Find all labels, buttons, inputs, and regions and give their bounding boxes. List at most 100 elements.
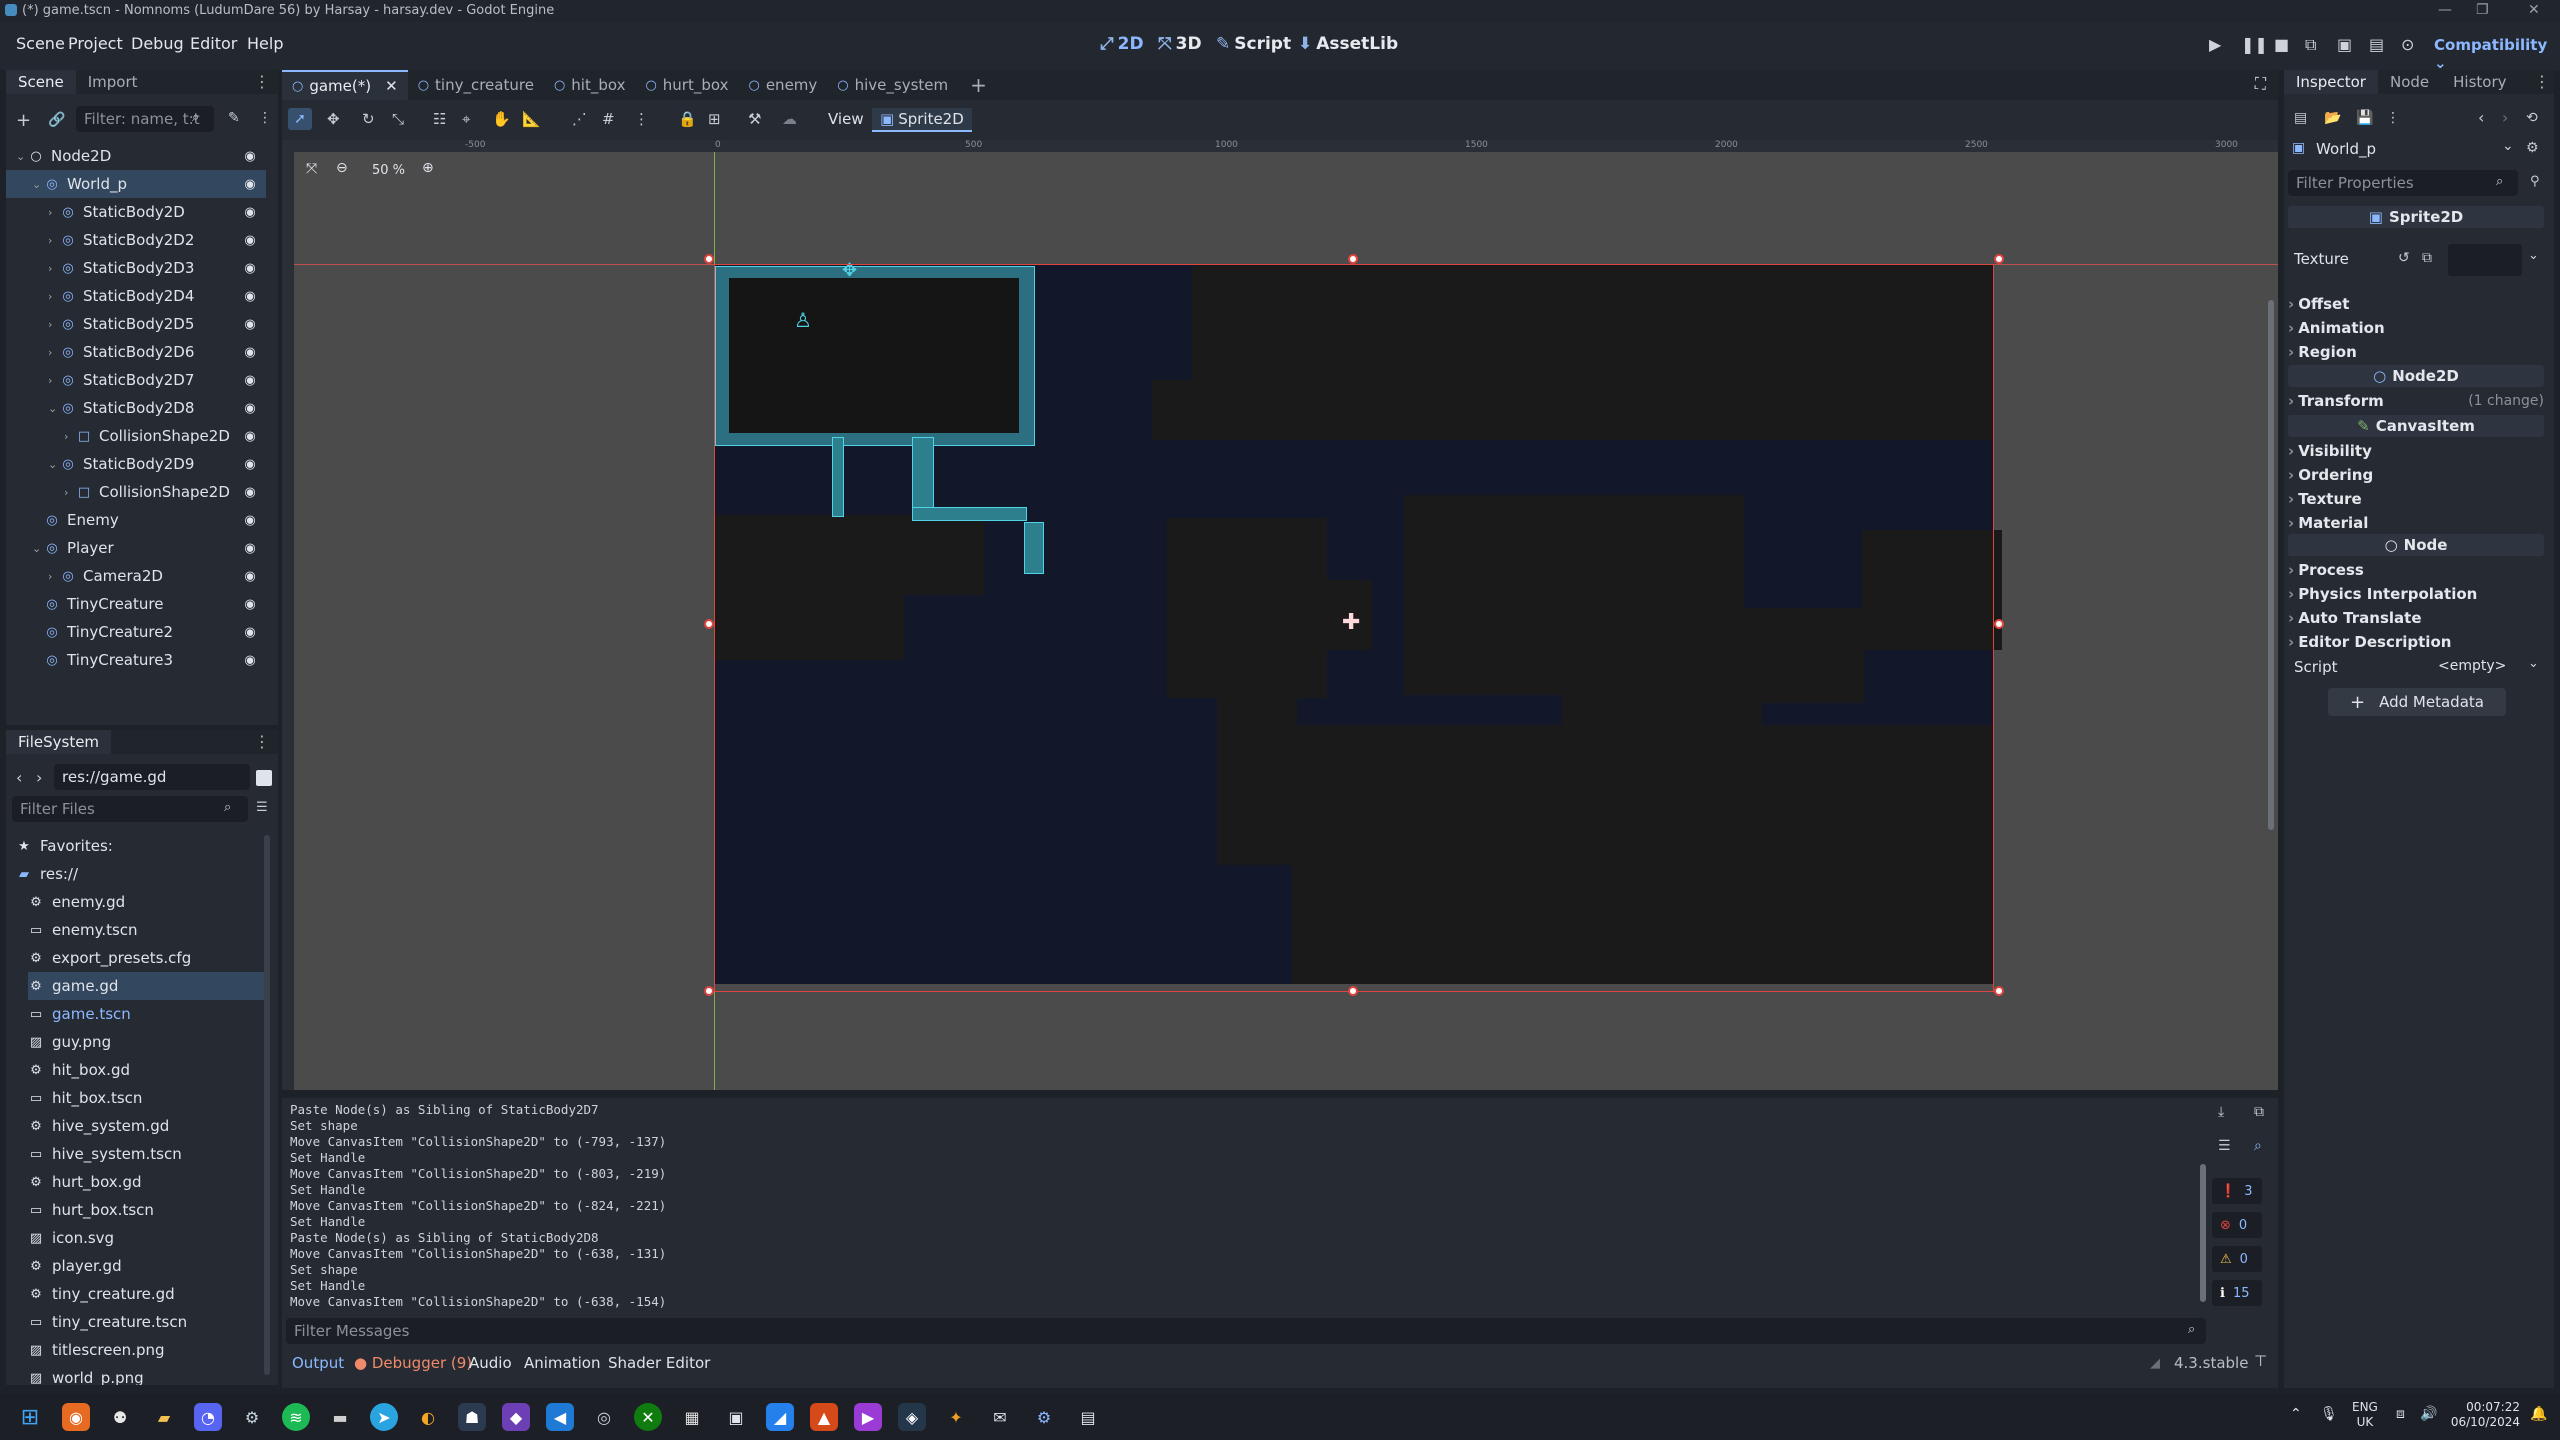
visibility-eye-icon[interactable]: ◉ xyxy=(242,232,258,248)
resize-handle[interactable] xyxy=(1348,986,1358,996)
scene-tree-item[interactable]: ⌄ ◎ World_p ◉ xyxy=(6,170,266,198)
ruler-tool-icon[interactable]: 📐 xyxy=(522,110,541,128)
file-item[interactable]: ▭ hurt_box.tscn xyxy=(28,1196,268,1224)
visibility-eye-icon[interactable]: ◉ xyxy=(242,484,258,500)
menu-scene[interactable]: Scene xyxy=(16,34,65,53)
file-item[interactable]: ▨ titlescreen.png xyxy=(28,1336,268,1364)
move-tool-icon[interactable]: ✥ xyxy=(327,110,340,128)
notification-bell-icon[interactable]: 🔔 xyxy=(2530,1406,2547,1422)
visibility-eye-icon[interactable]: ◉ xyxy=(242,568,258,584)
filter-messages-button[interactable]: ❗ 3 xyxy=(2212,1178,2262,1204)
volume-icon[interactable]: 🔊 xyxy=(2420,1406,2437,1422)
view-menu[interactable]: View xyxy=(828,110,864,128)
file-item[interactable]: ▭ hive_system.tscn xyxy=(28,1140,268,1168)
center-view-icon[interactable]: ⤧ xyxy=(306,161,317,177)
file-item[interactable]: ⚙ export_presets.cfg xyxy=(28,944,268,972)
close-icon[interactable]: ✕ xyxy=(385,77,398,95)
file-item[interactable]: ⚙ hit_box.gd xyxy=(28,1056,268,1084)
scene-tree-item[interactable]: ◎ TinyCreature ◉ xyxy=(6,590,266,618)
file-item[interactable]: ▨ guy.png xyxy=(28,1028,268,1056)
pivot-tool-icon[interactable]: ⌖ xyxy=(462,110,470,128)
spotify-icon[interactable]: ≋ xyxy=(282,1403,310,1431)
chevron-down-icon[interactable]: ⌄ xyxy=(2528,248,2539,263)
tab-node[interactable]: Node xyxy=(2378,70,2441,94)
scene-tab[interactable]: ○ tiny_creature xyxy=(408,70,544,100)
forward-icon[interactable]: › xyxy=(36,768,42,787)
workspace-assetlib[interactable]: ⬇ AssetLib xyxy=(1298,34,1398,54)
scene-tab[interactable]: ○ hive_system xyxy=(827,70,958,100)
rotate-tool-icon[interactable]: ↻ xyxy=(362,110,375,128)
scene-tree-item[interactable]: › ◎ StaticBody2D ◉ xyxy=(6,198,266,226)
menu-editor[interactable]: Editor xyxy=(190,34,237,53)
store-icon[interactable]: ▣ xyxy=(722,1403,750,1431)
scene-tree-item[interactable]: ⌄ ◎ StaticBody2D9 ◉ xyxy=(6,450,266,478)
tab-debugger[interactable]: ● Debugger (9) xyxy=(354,1354,472,1372)
resize-handle[interactable] xyxy=(1348,254,1358,264)
scene-tree-item[interactable]: ⌄ ◎ StaticBody2D8 ◉ xyxy=(6,394,266,422)
distraction-free-icon[interactable]: ⛶ xyxy=(2255,74,2266,94)
visibility-eye-icon[interactable]: ◉ xyxy=(242,288,258,304)
mail-icon[interactable]: ✉ xyxy=(986,1403,1014,1431)
filter-info-button[interactable]: ℹ 15 xyxy=(2212,1280,2262,1306)
visibility-eye-icon[interactable]: ◉ xyxy=(242,428,258,444)
history-forward-icon[interactable]: › xyxy=(2502,108,2508,127)
resize-handle[interactable] xyxy=(704,986,714,996)
scene-tree-item[interactable]: ⌄ ◎ Player ◉ xyxy=(6,534,266,562)
kebab-menu-icon[interactable]: ⋮ xyxy=(2534,72,2550,91)
pan-tool-icon[interactable]: ✋ xyxy=(492,110,511,128)
bone-icon[interactable]: ⚒ xyxy=(748,110,761,128)
photoshop-icon[interactable]: ◢ xyxy=(766,1403,794,1431)
file-item[interactable]: ⚙ hive_system.gd xyxy=(28,1112,268,1140)
prop-material[interactable]: › Material xyxy=(2288,511,2544,535)
copy-icon[interactable]: ⧉ xyxy=(2254,1104,2264,1120)
scene-tree-item[interactable]: › ◎ StaticBody2D5 ◉ xyxy=(6,310,266,338)
file-filter-input[interactable]: Filter Files xyxy=(12,796,248,822)
clock[interactable]: 00:07:22 06/10/2024 xyxy=(2450,1400,2520,1430)
illustrator-icon[interactable]: ▲ xyxy=(810,1403,838,1431)
file-item[interactable]: ▰ res:// xyxy=(16,860,256,888)
menu-project[interactable]: Project xyxy=(68,34,123,53)
play-icon[interactable]: ▶ xyxy=(2209,35,2221,54)
steam-icon[interactable]: ⚙ xyxy=(238,1403,266,1431)
scene-tab[interactable]: ○ hit_box xyxy=(544,70,636,100)
camera-icon[interactable]: ☁ xyxy=(782,110,797,128)
prop-animation[interactable]: › Animation xyxy=(2288,316,2544,340)
expand-arrow-icon[interactable]: ⌄ xyxy=(48,402,60,415)
tray-chevron-up-icon[interactable]: ⌃ xyxy=(2290,1406,2302,1422)
renderer-select[interactable]: Compatibility ⌄ xyxy=(2434,36,2560,72)
scene-tree-item[interactable]: › ◎ StaticBody2D6 ◉ xyxy=(6,338,266,366)
workspace-2d[interactable]: ⤢ 2D xyxy=(1100,34,1144,54)
visibility-eye-icon[interactable]: ◉ xyxy=(242,596,258,612)
collapse-icon[interactable]: ☰ xyxy=(2218,1138,2231,1154)
tab-shader-editor[interactable]: Shader Editor xyxy=(608,1354,710,1372)
visual-studio-icon[interactable]: ◆ xyxy=(502,1403,530,1431)
kebab-menu-icon[interactable]: ⋮ xyxy=(2386,110,2400,126)
add-metadata-button[interactable]: + Add Metadata xyxy=(2328,688,2506,716)
vscode-icon[interactable]: ◀ xyxy=(546,1403,574,1431)
expand-arrow-icon[interactable]: ⌄ xyxy=(32,178,44,191)
files-folder-icon[interactable]: ▰ xyxy=(150,1403,178,1431)
file-item[interactable]: ★ Favorites: xyxy=(16,832,256,860)
pin-icon[interactable]: ⧉ xyxy=(2422,250,2432,266)
prop-auto-translate[interactable]: › Auto Translate xyxy=(2288,606,2544,630)
script-attach-icon[interactable]: ✎ xyxy=(228,110,240,126)
prop-texture[interactable]: › Texture xyxy=(2288,487,2544,511)
file-item[interactable]: ▨ icon.svg xyxy=(28,1224,268,1252)
scene-tree-item[interactable]: › ◎ StaticBody2D7 ◉ xyxy=(6,366,266,394)
app-icon[interactable]: ▦ xyxy=(678,1403,706,1431)
scrollbar[interactable] xyxy=(2268,300,2274,830)
revert-icon[interactable]: ↺ xyxy=(2398,250,2410,266)
inspected-node-name[interactable]: World_p xyxy=(2316,140,2376,158)
visibility-eye-icon[interactable]: ◉ xyxy=(242,624,258,640)
scene-tree-item[interactable]: ⌄ ○ Node2D ◉ xyxy=(6,142,266,170)
scene-tree-item[interactable]: › ◎ StaticBody2D2 ◉ xyxy=(6,226,266,254)
file-item[interactable]: ⚙ hurt_box.gd xyxy=(28,1168,268,1196)
chevron-down-icon[interactable]: ⌄ xyxy=(2528,656,2539,671)
visibility-eye-icon[interactable]: ◉ xyxy=(242,316,258,332)
resize-handle[interactable] xyxy=(1994,254,2004,264)
tab-import[interactable]: Import xyxy=(76,70,150,94)
menu-debug[interactable]: Debug xyxy=(131,34,184,53)
scrollbar[interactable] xyxy=(2200,1164,2206,1302)
firefox-icon[interactable]: ◉ xyxy=(62,1403,90,1431)
search-icon[interactable]: ⌕ xyxy=(2254,1138,2262,1154)
